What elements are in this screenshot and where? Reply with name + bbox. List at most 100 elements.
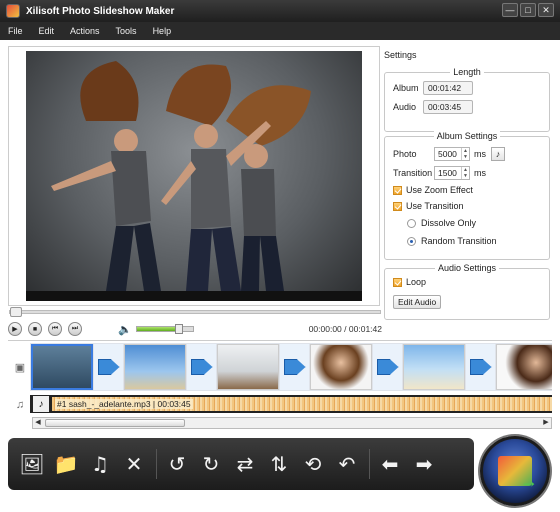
dissolve-only-label: Dissolve Only xyxy=(421,218,477,228)
volume-fill xyxy=(136,327,179,331)
rotate-right-icon[interactable]: ↻ xyxy=(197,450,225,478)
scroll-thumb[interactable] xyxy=(45,419,185,427)
move-left-icon[interactable]: ⬅ xyxy=(376,450,404,478)
photo-track xyxy=(30,343,552,391)
slideshow-icon xyxy=(498,456,538,492)
playback-controls: ▶ ■ ⏮ ⏭ 🔈 00:00:00 / 00:01:42 xyxy=(8,320,382,338)
photo-duration-spinner[interactable]: ▲ ▼ xyxy=(461,148,469,160)
menu-edit[interactable]: Edit xyxy=(39,26,55,36)
time-display: 00:00:00 / 00:01:42 xyxy=(309,324,382,334)
next-icon[interactable]: ⏭ xyxy=(68,322,82,336)
length-group: Length Album 00:01:42 Audio 00:03:45 xyxy=(384,67,550,132)
total-time: 00:01:42 xyxy=(348,324,382,334)
add-photo-icon[interactable]: 🖼 xyxy=(18,450,46,478)
zoom-effect-option[interactable]: Use Zoom Effect xyxy=(393,185,473,195)
play-icon[interactable]: ▶ xyxy=(8,322,22,336)
transition-icon xyxy=(376,359,399,375)
settings-panel: Settings Length Album 00:01:42 Audio 00:… xyxy=(384,46,554,330)
flip-horizontal-icon[interactable]: ⇄ xyxy=(231,450,259,478)
stop-icon[interactable]: ■ xyxy=(28,322,42,336)
transition-5[interactable] xyxy=(466,344,495,390)
volume-knob[interactable] xyxy=(174,324,183,334)
window-title: Xilisoft Photo Slideshow Maker xyxy=(26,5,175,17)
scroll-left-icon[interactable]: ◀ xyxy=(33,418,43,428)
volume-slider[interactable] xyxy=(135,324,194,334)
transition-duration-input[interactable]: 1500 ▲ ▼ xyxy=(434,166,470,180)
transition-2[interactable] xyxy=(187,344,216,390)
title-bar: Xilisoft Photo Slideshow Maker — □ ✕ xyxy=(0,0,560,22)
settings-title: Settings xyxy=(384,50,417,60)
timeline-scrollbar[interactable]: ◀ ▶ xyxy=(32,417,552,429)
delete-icon[interactable]: ✕ xyxy=(120,450,148,478)
use-transition-label: Use Transition xyxy=(406,201,464,211)
menu-tools[interactable]: Tools xyxy=(116,26,137,36)
add-music-icon[interactable]: ♫ xyxy=(86,450,114,478)
transition-icon xyxy=(283,359,306,375)
loop-option[interactable]: Loop xyxy=(393,277,426,287)
close-button[interactable]: ✕ xyxy=(538,3,554,17)
rotate-left-icon[interactable]: ↺ xyxy=(163,450,191,478)
transition-icon xyxy=(190,359,213,375)
flip-vertical-icon[interactable]: ⇅ xyxy=(265,450,293,478)
preview-panel xyxy=(8,46,380,306)
dissolve-only-option[interactable]: Dissolve Only xyxy=(407,218,476,228)
album-settings-title: Album Settings xyxy=(433,131,501,141)
transition-1[interactable] xyxy=(94,344,123,390)
menu-file[interactable]: File xyxy=(8,26,23,36)
audio-length-value: 00:03:45 xyxy=(423,100,473,114)
undo-icon[interactable]: ↶ xyxy=(333,450,361,478)
dissolve-only-radio[interactable] xyxy=(407,218,416,228)
maximize-button[interactable]: □ xyxy=(520,3,536,17)
minimize-button[interactable]: — xyxy=(502,3,518,17)
slide-5[interactable] xyxy=(403,344,465,390)
volume-icon[interactable]: 🔈 xyxy=(118,323,132,336)
transition-3[interactable] xyxy=(280,344,309,390)
transition-duration-spinner[interactable]: ▲ ▼ xyxy=(461,167,469,179)
move-right-icon[interactable]: ➡ xyxy=(410,450,438,478)
slide-6[interactable] xyxy=(496,344,552,390)
audio-length-label: Audio xyxy=(393,102,417,112)
previous-icon[interactable]: ⏮ xyxy=(48,322,62,336)
photo-duration-value: 5000 xyxy=(438,149,457,159)
slide-3[interactable] xyxy=(217,344,279,390)
audio-settings-title: Audio Settings xyxy=(434,263,500,273)
music-note-icon[interactable]: ♪ xyxy=(491,147,505,161)
menu-actions[interactable]: Actions xyxy=(70,26,100,36)
loop-checkbox[interactable] xyxy=(393,277,402,287)
seek-bar[interactable] xyxy=(9,307,381,317)
album-settings-group: Album Settings Photo 5000 ▲ ▼ ms ♪ Transit… xyxy=(384,131,550,260)
audio-clip-label: #1 sash_-_adelante.mp3 | 00:03:45 xyxy=(55,399,193,409)
photo-duration-input[interactable]: 5000 ▲ ▼ xyxy=(434,147,470,161)
transition-duration-label: Transition xyxy=(393,168,433,178)
toolbar-separator xyxy=(156,449,157,479)
transition-duration-unit: ms xyxy=(474,168,486,178)
transition-duration-value: 1500 xyxy=(438,168,457,178)
menu-bar: File Edit Actions Tools Help xyxy=(0,22,560,40)
music-track-icon: ♫ xyxy=(15,399,25,411)
effect-icon[interactable]: ⟲ xyxy=(299,450,327,478)
slide-4[interactable] xyxy=(310,344,372,390)
transition-icon xyxy=(97,359,120,375)
use-transition-checkbox[interactable] xyxy=(393,201,402,211)
zoom-effect-label: Use Zoom Effect xyxy=(406,185,473,195)
app-icon xyxy=(6,4,20,18)
album-length-label: Album xyxy=(393,83,419,93)
audio-settings-group: Audio Settings Loop Edit Audio xyxy=(384,263,550,320)
music-note-icon: ♪ xyxy=(33,396,49,412)
slide-1[interactable] xyxy=(31,344,93,390)
random-transition-radio[interactable] xyxy=(407,236,416,246)
transition-4[interactable] xyxy=(373,344,402,390)
scroll-right-icon[interactable]: ▶ xyxy=(541,418,551,428)
create-slideshow-button[interactable] xyxy=(480,436,550,506)
edit-audio-button[interactable]: Edit Audio xyxy=(393,295,442,309)
use-transition-option[interactable]: Use Transition xyxy=(393,201,464,211)
audio-track[interactable]: ♪ #1 sash_-_adelante.mp3 | 00:03:45 xyxy=(30,395,552,413)
transition-icon xyxy=(469,359,492,375)
seek-thumb[interactable] xyxy=(10,307,22,317)
random-transition-option[interactable]: Random Transition xyxy=(407,236,497,246)
menu-help[interactable]: Help xyxy=(153,26,172,36)
add-folder-icon[interactable]: 📁 xyxy=(52,450,80,478)
preview-image xyxy=(26,51,362,301)
zoom-effect-checkbox[interactable] xyxy=(393,185,402,195)
slide-2[interactable] xyxy=(124,344,186,390)
